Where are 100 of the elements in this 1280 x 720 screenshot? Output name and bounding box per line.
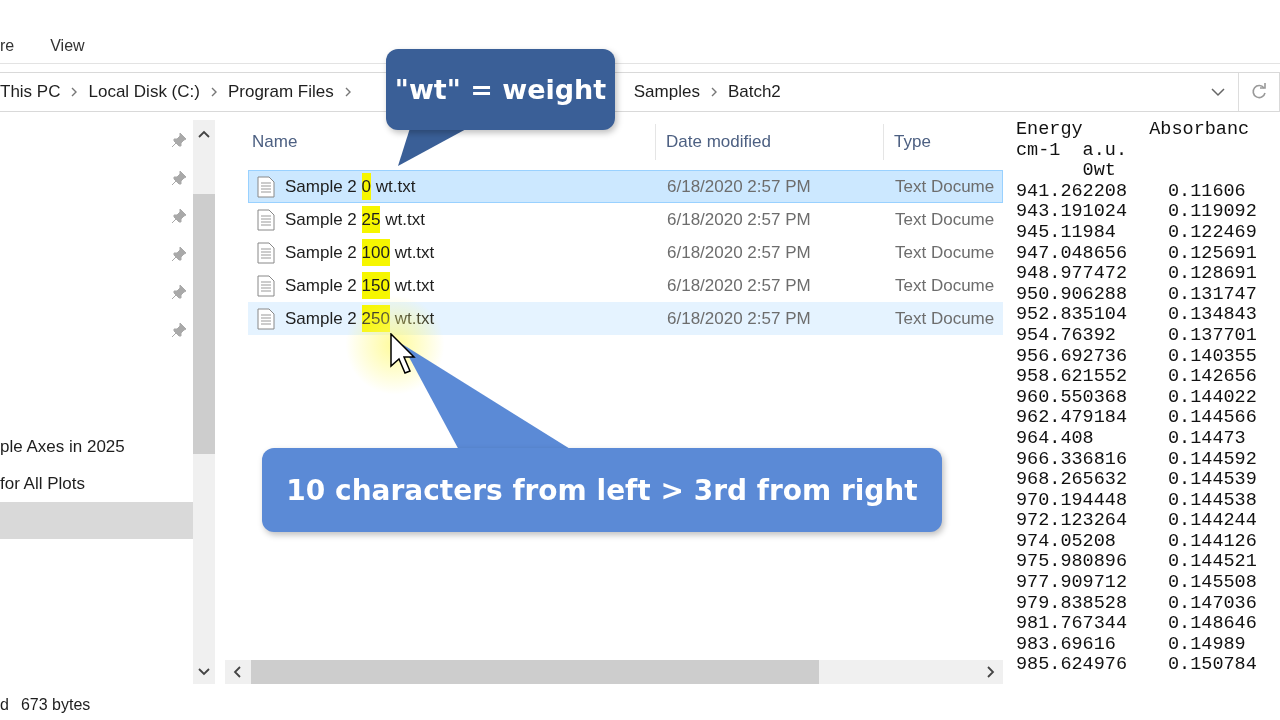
pin-icon[interactable] <box>171 132 187 148</box>
pin-icon[interactable] <box>171 322 187 338</box>
preview-value: 943.191024 <box>1016 202 1129 223</box>
preview-value: 950.906288 <box>1016 284 1129 306</box>
nav-item[interactable]: for All Plots <box>0 465 193 502</box>
preview-value: 0.144538 <box>1168 490 1258 512</box>
file-row[interactable]: Sample 2 100 wt.txt 6/18/2020 2:57 PM Text Docume <box>248 236 1003 269</box>
breadcrumb[interactable]: This PC <box>0 82 61 102</box>
file-name: Sample 2 25 wt.txt <box>285 209 425 230</box>
preview-value: 0.144521 <box>1168 552 1258 574</box>
preview-value: 970.194448 <box>1016 490 1129 512</box>
preview-value: 0.137701 <box>1168 325 1258 347</box>
refresh-icon[interactable] <box>1250 83 1268 101</box>
chevron-right-icon <box>70 86 79 98</box>
type-cell-text: Text Docume <box>894 242 996 263</box>
preview-value: 947.048656 <box>1016 243 1129 265</box>
file-row[interactable]: Sample 2 150 wt.txt 6/18/2020 2:57 PM Text Docume <box>248 269 1003 302</box>
scroll-left-icon[interactable] <box>233 666 241 678</box>
preview-value: 0.147036 <box>1168 593 1258 615</box>
preview-line: 0wt <box>1081 161 1117 182</box>
preview-value: 0.150784 <box>1168 655 1258 677</box>
breadcrumb[interactable]: Program Files <box>227 82 334 102</box>
preview-value: 0.144539 <box>1168 470 1258 491</box>
preview-value: 968.265632 <box>1016 470 1129 491</box>
preview-value: 979.838528 <box>1016 593 1129 615</box>
cursor-icon <box>390 333 416 377</box>
type-cell-text: Text Docume <box>894 308 996 329</box>
type-cell-text: Text Docume <box>894 176 996 197</box>
ribbon-tab[interactable]: View <box>50 37 85 55</box>
preview-value: 974.05208 <box>1016 531 1117 553</box>
breadcrumb[interactable]: Batch2 <box>727 82 781 102</box>
scroll-right-icon[interactable] <box>987 666 995 678</box>
scroll-up-icon[interactable] <box>198 130 210 138</box>
preview-value: 0.14473 <box>1168 428 1247 450</box>
file-name: Sample 2 250 wt.txt <box>285 308 435 329</box>
preview-value: 0.144022 <box>1168 387 1258 409</box>
column-header[interactable]: Type <box>883 124 1003 160</box>
preview-value: 0.144244 <box>1168 511 1258 532</box>
preview-value: 977.909712 <box>1016 573 1129 594</box>
chevron-right-icon <box>709 86 718 98</box>
preview-value: 948.977472 <box>1016 264 1129 285</box>
type-cell-text: Text Docume <box>894 275 996 296</box>
preview-value: 964.408 <box>1016 428 1095 450</box>
file-row[interactable]: Sample 2 0 wt.txt 6/18/2020 2:57 PM Text Docume <box>248 170 1003 203</box>
chevron-right-icon <box>209 86 218 98</box>
type-cell-text: Text Docume <box>894 209 996 230</box>
preview-value: 941.262208 <box>1016 181 1129 203</box>
preview-value: 981.767344 <box>1016 614 1129 635</box>
pin-icon[interactable] <box>171 246 187 262</box>
file-row[interactable]: Sample 2 250 wt.txt 6/18/2020 2:57 PM Text Docume <box>248 302 1003 335</box>
pin-icon[interactable] <box>171 208 187 224</box>
preview-value: 0.144592 <box>1168 449 1258 471</box>
preview-value: 956.692736 <box>1016 346 1129 368</box>
preview-value: 985.624976 <box>1016 655 1129 677</box>
file-name: Sample 2 0 wt.txt <box>285 176 416 197</box>
chevron-down-icon[interactable] <box>1211 87 1225 97</box>
horizontal-scrollbar[interactable] <box>225 660 1003 684</box>
nav-item[interactable]: ple Axes in 2025 <box>0 428 193 465</box>
preview-value: 0.145508 <box>1168 573 1258 594</box>
text-file-icon <box>257 307 275 330</box>
preview-value: 0.142656 <box>1168 367 1258 388</box>
status-text: d <box>0 696 9 714</box>
ribbon-tab[interactable]: re <box>0 37 15 55</box>
text-file-icon <box>257 274 275 297</box>
preview-value: 0.144126 <box>1168 531 1258 553</box>
preview-line: Energy Absorbanc <box>1016 120 1251 141</box>
preview-value: 0.122469 <box>1168 222 1258 244</box>
date-cell-text: 6/18/2020 2:57 PM <box>666 176 812 197</box>
file-row[interactable]: Sample 2 25 wt.txt 6/18/2020 2:57 PM Text Docume <box>248 203 1003 236</box>
column-header[interactable]: Date modified <box>655 124 883 160</box>
scroll-down-icon[interactable] <box>198 668 210 676</box>
preview-value: 0.125691 <box>1168 243 1258 265</box>
preview-line: cm-1 a.u. <box>1016 140 1129 162</box>
breadcrumb[interactable]: Local Disk (C:) <box>88 82 200 102</box>
pin-icon[interactable] <box>171 284 187 300</box>
preview-value: 958.621552 <box>1016 367 1129 388</box>
date-cell-text: 6/18/2020 2:57 PM <box>666 275 812 296</box>
status-text: 673 bytes <box>20 696 91 714</box>
file-name: Sample 2 150 wt.txt <box>285 275 435 296</box>
preview-value: 975.980896 <box>1016 552 1129 574</box>
preview-value: 960.550368 <box>1016 387 1129 409</box>
preview-value: 954.76392 <box>1016 325 1117 347</box>
preview-value: 0.119092 <box>1168 202 1258 223</box>
chevron-right-icon <box>343 86 352 98</box>
preview-value: 0.148646 <box>1168 614 1258 635</box>
date-cell-text: 6/18/2020 2:57 PM <box>666 209 812 230</box>
preview-value: 0.14989 <box>1168 634 1247 656</box>
pin-icon[interactable] <box>171 170 187 186</box>
preview-value: 983.69616 <box>1016 634 1117 656</box>
file-name: Sample 2 100 wt.txt <box>285 242 435 263</box>
preview-value: 952.835104 <box>1016 305 1129 326</box>
breadcrumb[interactable]: Samples <box>633 82 700 102</box>
preview-value: 966.336816 <box>1016 449 1129 471</box>
preview-value: 962.479184 <box>1016 408 1129 429</box>
preview-value: 0.134843 <box>1168 305 1258 326</box>
preview-value: 0.131747 <box>1168 284 1258 306</box>
preview-value: 972.123264 <box>1016 511 1129 532</box>
vertical-scrollbar[interactable] <box>193 120 215 684</box>
preview-value: 945.11984 <box>1016 222 1117 244</box>
text-file-icon <box>257 241 275 264</box>
